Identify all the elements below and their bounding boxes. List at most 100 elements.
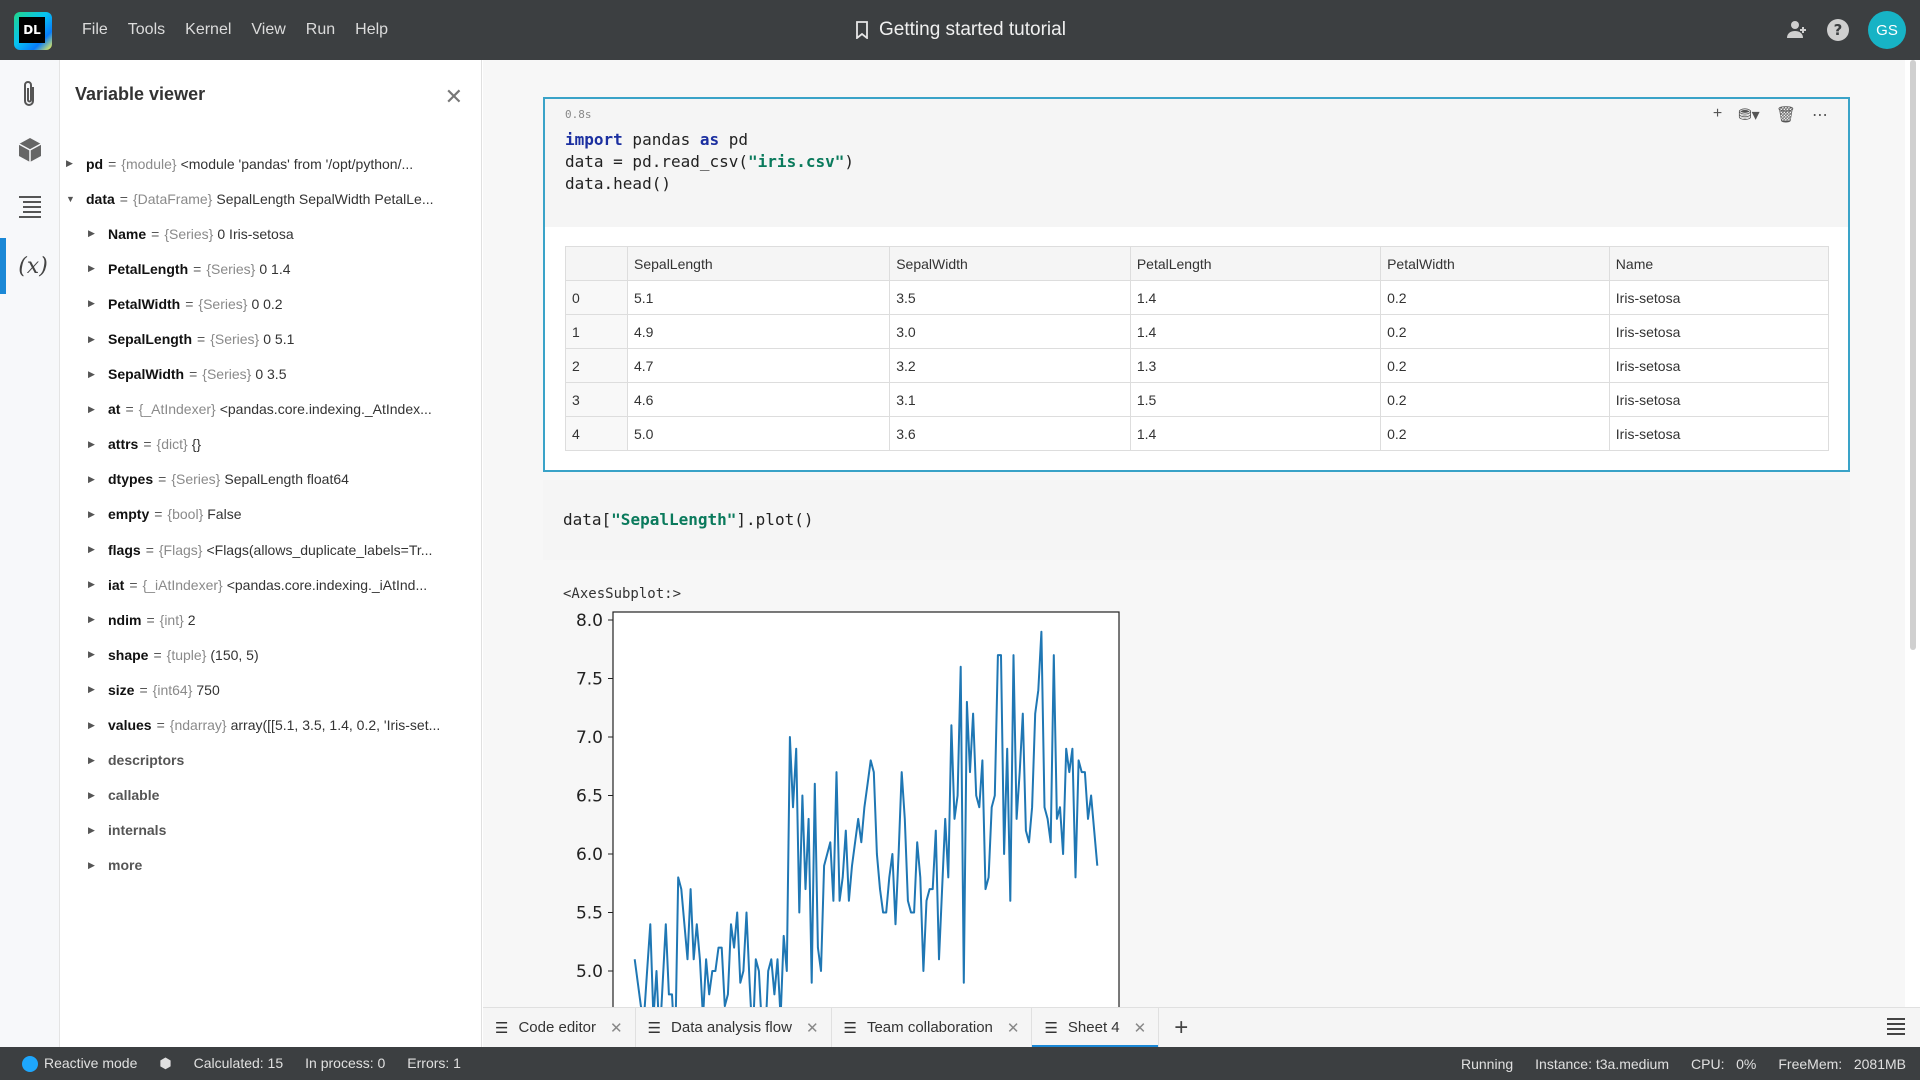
rail-outline[interactable] [0, 178, 60, 234]
status-bar: Reactive mode ⬢ Calculated: 15 In proces… [0, 1047, 1920, 1080]
expand-arrow-icon[interactable]: ▶ [88, 369, 98, 380]
variable-row-data[interactable]: ▼ data = {DataFrame} SepalLength SepalWidth … [60, 181, 482, 216]
menu-tools[interactable]: Tools [118, 21, 175, 39]
close-tab-icon[interactable]: ✕ [610, 1019, 623, 1037]
expand-arrow-icon[interactable]: ▶ [88, 720, 98, 731]
code-token: "iris.csv" [748, 152, 845, 171]
variable-row-flags[interactable]: ▶ flags = {Flags} <Flags(allows_duplicate_la… [60, 532, 482, 567]
reactive-mode-toggle[interactable]: Reactive mode [22, 1055, 137, 1073]
expand-arrow-icon[interactable]: ▶ [88, 298, 98, 309]
variable-row-sepalwidth[interactable]: ▶ SepalWidth = {Series} 0 3.5 [60, 357, 482, 392]
cell-2-code[interactable]: data["SepalLength"].plot() [563, 509, 813, 531]
cell-1-code[interactable]: import pandas as pd data = pd.read_csv("i… [565, 129, 854, 195]
expand-arrow-icon[interactable]: ▶ [88, 614, 98, 625]
variable-row-callable[interactable]: ▶ callable [60, 778, 482, 813]
more-options-icon[interactable]: ⋯ [1812, 105, 1828, 125]
expand-arrow-icon[interactable]: ▶ [88, 544, 98, 555]
paperclip-icon [24, 81, 34, 106]
table-cell: 5.0 [626, 416, 891, 451]
table-cell: Iris-setosa [1608, 382, 1830, 417]
notebook-scrollbar[interactable] [1908, 60, 1918, 660]
expand-arrow-icon[interactable]: ▶ [88, 474, 98, 485]
errors-count[interactable]: Errors: 1 [407, 1055, 461, 1071]
help-icon[interactable]: ? [1826, 18, 1850, 42]
y-tick-label: 5.5 [576, 904, 603, 924]
user-avatar[interactable]: GS [1868, 11, 1906, 49]
bookmark-icon[interactable] [855, 21, 869, 39]
expand-arrow-icon[interactable]: ▶ [88, 825, 98, 836]
variable-type: {tuple} [166, 646, 207, 663]
expand-arrow-icon[interactable]: ▶ [66, 158, 76, 169]
equals-sign: = [193, 260, 202, 277]
close-tab-icon[interactable]: ✕ [1007, 1019, 1020, 1037]
expand-arrow-icon[interactable]: ▶ [88, 263, 98, 274]
cell-1-editor[interactable]: 0.8s import pandas as pd data = pd.read_c… [545, 99, 1848, 227]
tabs-menu-icon[interactable] [1886, 1016, 1906, 1041]
expand-arrow-icon[interactable]: ▶ [88, 404, 98, 415]
expand-arrow-icon[interactable]: ▶ [88, 860, 98, 871]
variable-row-petalwidth[interactable]: ▶ PetalWidth = {Series} 0 0.2 [60, 286, 482, 321]
variable-row-attrs[interactable]: ▶ attrs = {dict}{} [60, 427, 482, 462]
rail-variables[interactable]: (x) [0, 238, 60, 294]
tab-team-collaboration[interactable]: ☰ Team collaboration ✕ [832, 1007, 1033, 1048]
variable-row-petallength[interactable]: ▶ PetalLength = {Series} 0 1.4 [60, 251, 482, 286]
expand-arrow-icon[interactable]: ▶ [88, 228, 98, 239]
variable-row-name[interactable]: ▶ Name = {Series} 0 Iris-setosa [60, 216, 482, 251]
delete-cell-icon[interactable]: 🗑 [1776, 105, 1796, 125]
variable-row-ndim[interactable]: ▶ ndim = {int} 2 [60, 602, 482, 637]
tab-sheet-4[interactable]: ☰ Sheet 4 ✕ [1032, 1007, 1160, 1048]
expand-arrow-icon[interactable]: ▶ [88, 334, 98, 345]
tab-data-analysis-flow[interactable]: ☰ Data analysis flow ✕ [636, 1007, 832, 1048]
table-row: 4 5.0 3.6 1.4 0.2 Iris-setosa [565, 416, 1830, 451]
menu-help[interactable]: Help [345, 21, 398, 39]
close-tab-icon[interactable]: ✕ [1134, 1019, 1147, 1037]
variable-row-shape[interactable]: ▶ shape = {tuple} (150, 5) [60, 637, 482, 672]
variable-row-pd[interactable]: ▶ pd = {module} <module 'pandas' from '/opt/… [60, 146, 482, 181]
expand-arrow-icon[interactable]: ▶ [88, 755, 98, 766]
expand-arrow-icon[interactable]: ▶ [88, 790, 98, 801]
variable-row-iat[interactable]: ▶ iat = {_iAtIndexer} <pandas.core.indexing.… [60, 567, 482, 602]
add-cell-icon[interactable]: + [1713, 105, 1722, 125]
menu-kernel[interactable]: Kernel [175, 21, 241, 39]
rail-attachments[interactable] [0, 66, 60, 122]
table-cell: 5.1 [626, 280, 891, 315]
add-tab-button[interactable]: + [1159, 1014, 1203, 1042]
code-cell-1[interactable]: 0.8s import pandas as pd data = pd.read_c… [543, 97, 1850, 472]
collapse-arrow-icon[interactable]: ▼ [66, 194, 76, 204]
variable-row-values[interactable]: ▶ values = {ndarray} array([[5.1, 3.5, 1.4, … [60, 708, 482, 743]
app-logo[interactable]: DL [14, 12, 52, 50]
cell-run-options-icon[interactable]: ⛃▾ [1738, 105, 1759, 125]
variable-row-empty[interactable]: ▶ empty = {bool} False [60, 497, 482, 532]
close-icon[interactable]: ✕ [445, 84, 463, 110]
close-tab-icon[interactable]: ✕ [806, 1019, 819, 1037]
table-cell: 0.2 [1380, 280, 1610, 315]
menu-view[interactable]: View [241, 21, 295, 39]
variable-name: descriptors [108, 752, 185, 769]
scrollbar-thumb[interactable] [1910, 60, 1916, 650]
instance-type[interactable]: Instance: t3a.medium [1535, 1056, 1669, 1072]
table-cell: 3.5 [889, 280, 1131, 315]
variable-row-size[interactable]: ▶ size = {int64} 750 [60, 672, 482, 707]
variable-row-internals[interactable]: ▶ internals [60, 813, 482, 848]
tab-code-editor[interactable]: ☰ Code editor ✕ [483, 1007, 636, 1048]
variable-row-at[interactable]: ▶ at = {_AtIndexer} <pandas.core.indexing._A… [60, 392, 482, 427]
y-tick-label: 6.0 [576, 845, 603, 865]
variable-row-sepallength[interactable]: ▶ SepalLength = {Series} 0 5.1 [60, 321, 482, 356]
expand-arrow-icon[interactable]: ▶ [88, 509, 98, 520]
expand-arrow-icon[interactable]: ▶ [88, 579, 98, 590]
expand-arrow-icon[interactable]: ▶ [88, 684, 98, 695]
settings-hex-icon[interactable]: ⬢ [159, 1055, 171, 1072]
variable-row-descriptors[interactable]: ▶ descriptors [60, 743, 482, 778]
variable-row-dtypes[interactable]: ▶ dtypes = {Series} SepalLength float64 [60, 462, 482, 497]
expand-arrow-icon[interactable]: ▶ [88, 649, 98, 660]
menu-run[interactable]: Run [296, 21, 345, 39]
tab-label: Sheet 4 [1067, 1019, 1120, 1036]
code-cell-2[interactable]: data["SepalLength"].plot() [543, 480, 1850, 560]
rail-packages[interactable] [0, 122, 60, 178]
menu-file[interactable]: File [72, 21, 118, 39]
expand-arrow-icon[interactable]: ▶ [88, 439, 98, 450]
code-line: data.head() [565, 173, 854, 195]
column-header: Name [1608, 246, 1830, 281]
variable-row-more[interactable]: ▶ more [60, 848, 482, 883]
add-user-icon[interactable] [1786, 19, 1808, 41]
